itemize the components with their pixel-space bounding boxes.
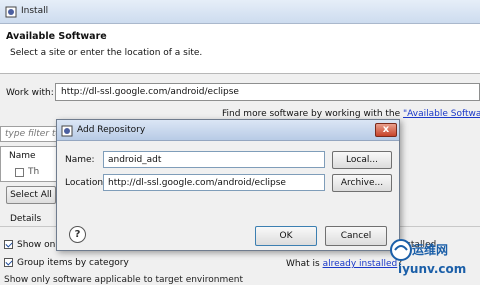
eclipse-install-icon xyxy=(5,6,17,18)
location-label: Location: xyxy=(65,178,107,188)
work-with-value: http://dl-ssl.google.com/android/eclipse xyxy=(61,87,239,97)
tree-column-name: Name xyxy=(9,151,36,161)
details-label: Details xyxy=(10,214,42,224)
available-software-link[interactable]: "Available Software S xyxy=(403,109,480,119)
ok-button[interactable]: OK xyxy=(255,226,317,246)
dialog-title: Add Repository xyxy=(77,125,146,135)
close-icon[interactable]: x xyxy=(375,123,397,137)
group-items-option[interactable]: Group items by category xyxy=(4,258,129,268)
location-value: http://dl-ssl.google.com/android/eclipse xyxy=(108,178,286,188)
show-only-option[interactable]: Show only xyxy=(4,240,63,250)
name-value: android_adt xyxy=(108,155,162,165)
local-button[interactable]: Local... xyxy=(332,151,392,169)
select-all-button[interactable]: Select All xyxy=(6,186,56,204)
wizard-banner: Available Software Select a site or ente… xyxy=(0,24,480,74)
window-title: Install xyxy=(21,6,49,16)
location-field[interactable]: http://dl-ssl.google.com/android/eclipse xyxy=(103,174,325,191)
page-title: Available Software xyxy=(6,31,107,42)
help-icon[interactable]: ? xyxy=(69,226,86,243)
watermark-url: iyunv.com xyxy=(398,262,467,276)
cancel-button[interactable]: Cancel xyxy=(325,226,387,246)
name-field[interactable]: android_adt xyxy=(103,151,325,168)
archive-button[interactable]: Archive... xyxy=(332,174,392,192)
group-items-checkbox[interactable] xyxy=(4,258,13,267)
work-with-combo[interactable]: http://dl-ssl.google.com/android/eclipse xyxy=(55,83,480,101)
watermark-text: 运维网 xyxy=(412,243,449,257)
eclipse-dialog-icon xyxy=(61,125,73,137)
dialog-titlebar: Add Repository x xyxy=(57,120,399,141)
find-more-text: Find more software by working with the "… xyxy=(222,109,480,119)
cut-off-option: Show only software applicable to target … xyxy=(4,275,244,285)
add-repository-dialog: Add Repository x Name: android_adt Local… xyxy=(56,119,400,251)
page-subtitle: Select a site or enter the location of a… xyxy=(10,48,203,58)
show-only-checkbox[interactable] xyxy=(4,240,13,249)
tree-row-checkbox[interactable] xyxy=(15,168,24,177)
window-titlebar: Install xyxy=(0,0,480,24)
tree-row-label: Th xyxy=(28,167,40,177)
name-label: Name: xyxy=(65,155,95,165)
work-with-label: Work with: xyxy=(6,88,54,98)
